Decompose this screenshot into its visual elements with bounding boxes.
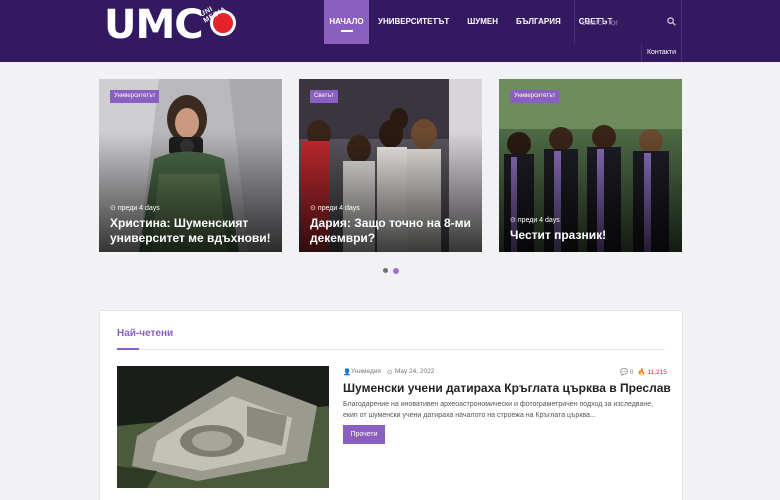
post-date: ⊙ May 24, 2022 [386,368,435,376]
card-title[interactable]: Честит празник! [510,228,675,243]
card-time-text: преди 4 days [317,205,360,212]
clock-icon: ⊙ [310,205,318,212]
site-header: UMC UNI MEDIA НАЧАЛО УНИВЕРСИТЕТЪТ ШУМЕН… [0,0,780,62]
category-badge[interactable]: Университетът [510,90,560,103]
nav-item-bulgaria[interactable]: БЪЛГАРИЯ [507,0,570,44]
card-time: ⊙ преди 4 days [310,204,470,212]
post-author-text: Унимедия [351,368,381,375]
slider-card[interactable]: Университетът ⊙ преди 4 days Честит праз… [499,79,682,252]
card-time: ⊙ преди 4 days [110,204,270,212]
nav-item-home[interactable]: НАЧАЛО [324,0,369,44]
card-title[interactable]: Дария: Защо точно на 8-ми декември? [310,216,475,246]
category-badge[interactable]: Светът [310,90,338,103]
contact-link[interactable]: Контакти [641,44,682,62]
search-input[interactable] [581,14,661,30]
section-divider [117,349,665,350]
views-count-text: 11,215 [647,369,667,376]
site-logo[interactable]: UMC UNI MEDIA [104,2,238,48]
nav-item-label: НАЧАЛО [329,17,364,26]
search-box [574,0,682,44]
section-heading: Най-четени [117,328,174,339]
search-icon[interactable] [667,17,676,26]
slider-card[interactable]: Университетът ⊙ преди 4 days Христина: Ш… [99,79,282,252]
post-title[interactable]: Шуменски учени датираха Кръглата църква … [343,381,673,395]
category-badge[interactable]: Университетът [110,90,160,103]
post-meta: 👤Унимедия ⊙ May 24, 2022 [343,368,435,376]
slider-dot[interactable] [383,268,388,273]
clock-icon: ⊙ [110,205,118,212]
post-stats: 💬 0 🔥 11,215 [620,368,667,376]
post-image[interactable] [117,366,329,488]
card-time-text: преди 4 days [517,217,560,224]
nav-active-indicator [341,30,353,32]
logo-text: UMC [104,2,204,48]
slider-pagination [383,267,399,274]
post-excerpt: Благодарение на иновативен археоастроном… [343,401,654,419]
card-title[interactable]: Христина: Шуменският университет ме вдъх… [110,216,275,246]
post-author[interactable]: 👤Унимедия [343,368,381,376]
read-more-button[interactable]: Прочети [343,425,385,444]
fire-icon: 🔥 [637,369,646,376]
section-accent [117,348,139,350]
user-icon: 👤 [343,369,352,376]
slider-dot-active[interactable] [393,267,399,274]
card-time: ⊙ преди 4 days [510,216,670,224]
most-read-panel: Най-четени 👤Унимедия ⊙ May 24, 2022 💬 0 🔥… [99,310,683,500]
comments-count[interactable]: 💬 0 [620,368,634,376]
slider-card[interactable]: Светът ⊙ преди 4 days Дария: Защо точно … [299,79,482,252]
comments-count-text: 0 [629,369,634,376]
clock-icon: ⊙ [510,217,518,224]
post-date-text: May 24, 2022 [394,368,435,375]
nav-item-university[interactable]: УНИВЕРСИТЕТЪТ [369,0,458,44]
comment-icon: 💬 [620,369,629,376]
views-count: 🔥 11,215 [638,368,667,376]
nav-item-shumen[interactable]: ШУМЕН [458,0,507,44]
card-time-text: преди 4 days [117,205,160,212]
clock-icon: ⊙ [386,369,393,376]
